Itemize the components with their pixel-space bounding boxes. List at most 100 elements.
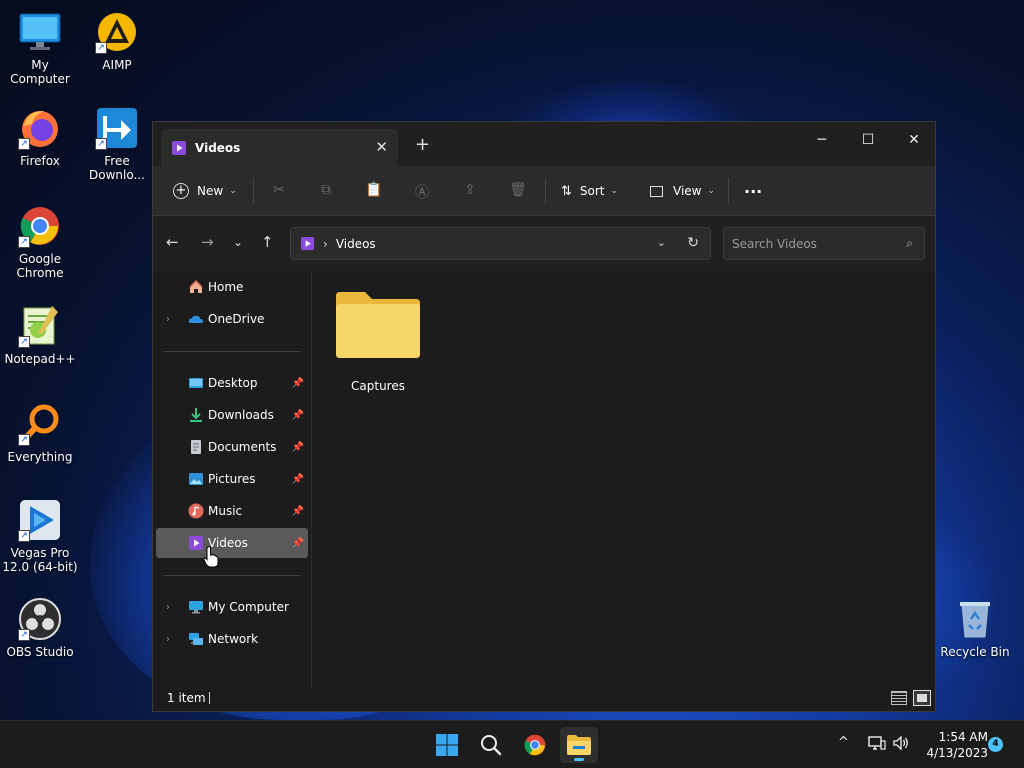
new-button[interactable]: + New ⌄ — [173, 179, 237, 203]
shortcut-arrow-icon: ↗ — [95, 42, 107, 54]
expand-chevron-icon[interactable]: › — [166, 602, 170, 613]
clock-time: 1:54 AM — [938, 730, 988, 744]
pin-icon: 📌 — [291, 409, 304, 421]
recent-locations-chevron-icon[interactable]: ⌄ — [233, 235, 243, 249]
desktop-icon-vegas-pro[interactable]: ↗ Vegas Pro 12.0 (64-bit) — [0, 498, 80, 574]
address-dropdown-chevron-icon[interactable]: ⌄ — [657, 236, 666, 249]
sidebar-item-label: My Computer — [208, 600, 289, 614]
folder-item-captures[interactable]: Captures — [333, 290, 423, 393]
sidebar-item-network[interactable]: › Network — [156, 624, 308, 654]
file-explorer-window: Videos ✕ + ─ ☐ ✕ + New ⌄ ✂ ⧉ 📋 Ⓐ ⇪ 🗑 ⇅ S… — [152, 121, 936, 712]
home-icon — [189, 279, 203, 293]
navigation-pane: Home › OneDrive Desktop 📌 Downloads 📌 Do… — [153, 272, 311, 687]
notification-badge[interactable]: 4 — [988, 737, 1003, 752]
search-taskbar-button[interactable] — [472, 727, 510, 763]
show-hidden-icons-chevron-icon[interactable]: ^ — [838, 735, 849, 750]
start-button[interactable] — [428, 727, 466, 763]
chrome-icon: ↗ — [18, 204, 62, 248]
desktop-icon-everything[interactable]: ↗ Everything — [0, 402, 80, 464]
copy-icon[interactable]: ⧉ — [317, 182, 335, 200]
share-icon[interactable]: ⇪ — [461, 182, 479, 200]
desktop-icon-label: Google Chrome — [16, 252, 64, 280]
sidebar-item-label: Pictures — [208, 472, 256, 486]
sidebar-item-label: OneDrive — [208, 312, 265, 326]
address-bar[interactable]: › Videos ⌄ ↻ — [290, 227, 711, 260]
system-clock[interactable]: 1:54 AM 4/13/2023 — [922, 729, 988, 761]
desktop-icon-label: Everything — [7, 450, 73, 464]
new-label: New — [197, 184, 224, 198]
sidebar-item-pictures[interactable]: Pictures 📌 — [156, 464, 308, 494]
sidebar-item-music[interactable]: Music 📌 — [156, 496, 308, 526]
sidebar-item-onedrive[interactable]: › OneDrive — [156, 304, 308, 334]
sort-button[interactable]: ⇅ Sort ⌄ — [561, 179, 618, 203]
sidebar-item-videos[interactable]: Videos 📌 — [156, 528, 308, 558]
expand-chevron-icon[interactable]: › — [166, 634, 170, 645]
rename-icon[interactable]: Ⓐ — [413, 182, 431, 201]
new-tab-button[interactable]: + — [415, 134, 430, 155]
sidebar-item-downloads[interactable]: Downloads 📌 — [156, 400, 308, 430]
status-bar: 1 item — [153, 687, 935, 711]
pin-icon: 📌 — [291, 473, 304, 485]
desktop-icon-google-chrome[interactable]: ↗ Google Chrome — [0, 204, 80, 280]
pin-icon: 📌 — [291, 537, 304, 549]
up-arrow-icon[interactable]: ↑ — [261, 233, 274, 251]
minimize-button[interactable]: ─ — [799, 126, 845, 156]
delete-icon[interactable]: 🗑 — [509, 182, 527, 200]
volume-icon[interactable] — [892, 735, 910, 755]
notepad-plus-plus-icon: ↗ — [18, 304, 62, 348]
desktop-icon-aimp[interactable]: ↗ AIMP — [77, 10, 157, 72]
sidebar-item-label: Downloads — [208, 408, 274, 422]
sidebar-item-home[interactable]: Home — [156, 272, 308, 302]
forward-arrow-icon[interactable]: → — [201, 233, 214, 251]
close-tab-icon[interactable]: ✕ — [375, 138, 388, 156]
sidebar-item-desktop[interactable]: Desktop 📌 — [156, 368, 308, 398]
tab-videos[interactable]: Videos ✕ — [161, 129, 398, 166]
large-icons-view-icon[interactable] — [913, 690, 931, 706]
desktop-icon-label: Recycle Bin — [940, 645, 1010, 659]
sort-label: Sort — [579, 184, 605, 198]
recycle-bin-icon — [953, 597, 997, 641]
back-arrow-icon[interactable]: ← — [166, 233, 179, 251]
vegas-pro-icon: ↗ — [18, 498, 62, 542]
sidebar-item-my-computer[interactable]: › My Computer — [156, 592, 308, 622]
desktop-icon-free-download[interactable]: ↗ Free Downlo... — [77, 106, 157, 182]
shortcut-arrow-icon: ↗ — [95, 138, 107, 150]
videos-folder-icon — [172, 140, 186, 155]
desktop-icon-firefox[interactable]: ↗ Firefox — [0, 106, 80, 168]
maximize-button[interactable]: ☐ — [845, 126, 891, 156]
plus-circle-icon: + — [173, 183, 189, 199]
network-status-icon[interactable] — [868, 735, 886, 755]
chevron-down-icon: ⌄ — [229, 186, 237, 196]
view-button[interactable]: View ⌄ — [650, 179, 715, 203]
search-box[interactable]: ⌕ — [723, 227, 925, 260]
cut-icon[interactable]: ✂ — [270, 182, 288, 200]
desktop-icon-recycle-bin[interactable]: Recycle Bin — [935, 597, 1015, 659]
pin-icon: 📌 — [291, 505, 304, 517]
expand-chevron-icon[interactable]: › — [166, 314, 170, 325]
details-view-icon[interactable] — [891, 691, 907, 705]
sidebar-item-documents[interactable]: Documents 📌 — [156, 432, 308, 462]
desktop-icon-notepad-plus-plus[interactable]: ↗ Notepad++ — [0, 304, 80, 366]
desktop-icon-obs-studio[interactable]: ↗ OBS Studio — [0, 597, 80, 659]
network-icon — [189, 633, 203, 645]
chevron-down-icon: ⌄ — [610, 186, 619, 196]
close-window-button[interactable]: ✕ — [891, 126, 937, 156]
breadcrumb-chevron-icon: › — [323, 236, 328, 251]
desktop-icon-my-computer[interactable]: My Computer — [0, 10, 80, 86]
breadcrumb-current[interactable]: Videos — [336, 237, 376, 251]
free-download-manager-icon: ↗ — [95, 106, 139, 150]
monitor-icon — [18, 10, 62, 54]
command-bar: + New ⌄ ✂ ⧉ 📋 Ⓐ ⇪ 🗑 ⇅ Sort ⌄ View ⌄ ··· — [153, 166, 935, 216]
shortcut-arrow-icon: ↗ — [18, 138, 30, 150]
shortcut-arrow-icon: ↗ — [18, 629, 30, 641]
chrome-taskbar-button[interactable] — [516, 727, 554, 763]
file-explorer-taskbar-button[interactable] — [560, 727, 598, 763]
pane-splitter[interactable] — [311, 272, 312, 687]
paste-icon[interactable]: 📋 — [365, 182, 383, 200]
refresh-icon[interactable]: ↻ — [687, 235, 699, 251]
search-input[interactable] — [732, 236, 892, 251]
see-more-button[interactable]: ··· — [744, 179, 762, 203]
search-icon[interactable]: ⌕ — [906, 236, 913, 251]
folder-label: Captures — [351, 379, 405, 393]
toolbar-separator — [253, 178, 254, 204]
